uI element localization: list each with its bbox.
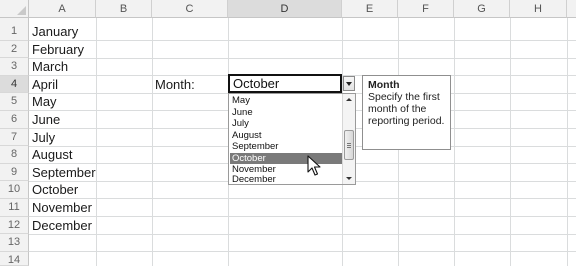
chevron-up-icon [346,98,352,101]
spreadsheet: A B C D E F G H 1 2 3 4 5 6 7 8 9 10 11 … [0,0,576,266]
gridline [567,18,568,266]
column-header-e[interactable]: E [342,0,398,18]
gridline [29,198,576,200]
cell-a3[interactable]: March [29,58,68,75]
gridline [96,18,97,266]
gridline [29,233,576,235]
month-combo-input[interactable]: October [228,74,342,93]
dropdown-option[interactable]: December [230,174,342,186]
gridline [29,216,576,217]
gridline [510,18,511,266]
dropdown-option[interactable]: July [230,118,342,130]
row-header-gap [0,18,29,23]
row-header-11[interactable]: 11 [0,199,29,217]
cell-a6[interactable]: June [29,111,60,128]
cell-a11[interactable]: November [29,199,92,216]
dropdown-scrollbar[interactable] [342,94,355,184]
column-header-b[interactable]: B [96,0,152,18]
cell-a8[interactable]: August [29,146,72,163]
row-header-6[interactable]: 6 [0,111,29,129]
cell-a4[interactable]: April [29,76,58,93]
grip-line [347,143,351,144]
cell-a10[interactable]: October [29,181,78,198]
row-header-1[interactable]: 1 [0,23,29,41]
column-header-d[interactable]: D [228,0,342,18]
gridline [152,18,153,266]
chevron-down-icon [346,82,352,86]
row-header-14[interactable]: 14 [0,251,29,266]
cell-a7[interactable]: July [29,129,55,146]
cell-a1[interactable]: January [29,23,78,40]
tooltip-line: reporting period. [368,115,445,127]
gridline [29,57,576,59]
dropdown-option[interactable]: May [230,95,342,107]
row-header-5[interactable]: 5 [0,93,29,111]
column-header-partial [567,0,576,18]
scrollbar-thumb[interactable] [344,130,354,160]
dropdown-option[interactable]: June [230,107,342,119]
chevron-down-icon [346,177,352,180]
select-all-button[interactable] [0,0,29,18]
column-header-h[interactable]: H [510,0,567,18]
select-all-triangle-icon [17,6,26,15]
cell-a12[interactable]: December [29,217,92,234]
row-header-10[interactable]: 10 [0,181,29,199]
row-header-9[interactable]: 9 [0,163,29,182]
row-header-2[interactable]: 2 [0,40,29,59]
row-header-4[interactable]: 4 [0,75,29,94]
gridline [29,251,576,253]
month-dropdown-list[interactable]: May June July August September October N… [228,93,356,185]
input-message-tooltip: Month Specify the first month of the rep… [362,75,451,150]
column-header-a[interactable]: A [29,0,96,18]
grip-line [347,145,351,146]
row-header-7[interactable]: 7 [0,128,29,147]
tooltip-title: Month [368,79,400,91]
month-dropdown-button[interactable] [343,76,355,91]
cell-c4-label[interactable]: Month: [152,76,195,93]
dropdown-option[interactable]: August [230,130,342,142]
cell-a5[interactable]: May [29,93,57,110]
column-header-c[interactable]: C [152,0,228,18]
gridline [454,18,455,266]
row-header-13[interactable]: 13 [0,234,29,252]
row-header-3[interactable]: 3 [0,58,29,76]
mouse-pointer-icon [307,155,321,176]
dropdown-option-selected[interactable]: October [230,152,342,164]
scroll-down-button[interactable] [343,172,355,184]
cell-a2[interactable]: February [29,41,84,58]
column-header-g[interactable]: G [454,0,510,18]
tooltip-line: month of the [368,103,427,115]
grip-line [347,147,351,148]
scroll-up-button[interactable] [343,94,355,106]
cell-a9[interactable]: September [29,164,96,181]
row-header-8[interactable]: 8 [0,146,29,164]
gridline [29,40,576,41]
row-header-12[interactable]: 12 [0,216,29,235]
dropdown-option[interactable]: September [230,141,342,153]
column-header-f[interactable]: F [398,0,454,18]
tooltip-line: Specify the first [368,91,440,103]
